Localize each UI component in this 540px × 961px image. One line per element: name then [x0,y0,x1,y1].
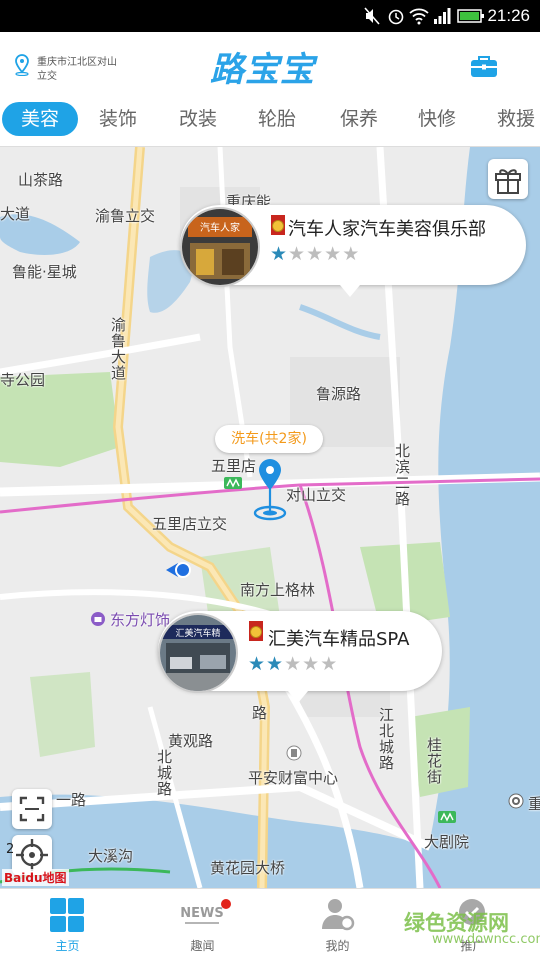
map-label-jiangbeilu: 江北城路 [377,707,395,771]
metro-station-icon-2 [438,811,456,823]
app-header: 重庆市江北区对山 立交 路宝宝 [0,32,540,94]
thumb-1-text: 汽车人家 [200,221,240,234]
tab-jiuyuan[interactable]: 救援 [478,102,540,136]
map-label-nanfangshanglinyuan: 南方上格林 [240,581,316,599]
signal-icon [434,8,451,24]
map-label-wulidianlijiao: 五里店立交 [152,515,228,533]
map-label-yilu: 一路 [56,791,87,809]
star-filled-icon: ★ [248,653,267,675]
map-label-yuludadao: 渝鲁大道 [109,317,127,381]
gift-button[interactable] [488,159,528,199]
notification-dot-icon [221,899,231,909]
map-scale-number: 2 [6,842,15,857]
user-icon [322,899,355,931]
news-icon: NEWS [180,906,224,924]
home-grid-icon [50,898,84,932]
shop-thumb-2: 汇美汽车精 [158,613,238,693]
thumb-2-text: 汇美汽车精 [175,627,220,639]
shop-name-1: 汽车人家汽车美容俱乐部 [288,219,486,240]
alarm-icon [388,9,404,25]
map-label-pinganfuzhongxin: 平安财富中心 [248,769,339,787]
building-poi-icon [286,745,302,761]
map-view[interactable]: 山茶路 大道 渝鲁立交 重庆能 鲁能·星城 渝鲁大道 寺公园 鲁源路 北滨二路 … [0,147,540,888]
star-empty-icon: ★ [320,653,339,675]
location-pin-icon[interactable] [14,54,30,76]
tab-kuaixiu[interactable]: 快修 [399,102,475,136]
star-empty-icon: ★ [306,243,325,265]
map-label-beichenglu: 北城路 [155,749,173,797]
tab-baoyang[interactable]: 保养 [321,102,397,136]
shop-rating-1: ★★★★★ [270,243,360,265]
cluster-label[interactable]: 洗车(共2家) [215,425,323,453]
shop-card-1-tail [340,285,360,297]
star-empty-icon: ★ [284,653,303,675]
baidu-map-logo: Baidu地图 [2,869,69,886]
map-center-pin-icon [253,459,287,521]
nav-mine-label: 我的 [325,939,350,953]
map-fullscreen-button[interactable] [12,789,52,829]
map-label-sigongyuan: 寺公园 [0,371,46,389]
clock-time: 21:26 [487,6,530,25]
map-label-dadao: 大道 [0,205,31,223]
nav-home[interactable]: 主页 [0,889,135,961]
nav-home-label: 主页 [55,939,80,953]
map-label-lu: 路 [252,704,268,722]
star-filled-icon: ★ [266,653,285,675]
map-label-lunengxingcheng: 鲁能·星城 [12,263,77,281]
shop-card-2-tail [288,691,308,703]
tab-meirong[interactable]: 美容 [2,102,78,136]
user-location-icon [166,562,191,578]
shop-poi-icon [91,612,105,626]
nav-mine[interactable]: 我的 [270,889,405,961]
map-label-huangguanlu: 黄观路 [168,732,214,750]
star-empty-icon: ★ [342,243,361,265]
svg-text:NEWS: NEWS [180,906,223,921]
current-location[interactable]: 重庆市江北区对山 立交 [37,56,137,84]
metro-station-icon [224,477,242,489]
battery-icon [457,9,484,23]
tab-gaizhuang[interactable]: 改装 [160,102,236,136]
shop-card-1[interactable]: 汽车人家 汽车人家汽车美容俱乐部 ★★★★★ [180,205,526,287]
shop-rating-2: ★★★★★ [248,653,338,675]
nav-news[interactable]: NEWS 趣闻 [135,889,270,961]
tab-zhuangshi[interactable]: 装饰 [80,102,156,136]
shop-name-2: 汇美汽车精品SPA [268,629,410,650]
watermark-url: www.downcc.com [432,932,540,947]
category-tabs: 美容 装饰 改装 轮胎 保养 快修 救援 [0,94,540,147]
shop-card-2[interactable]: 汇美汽车精 汇美汽车精品SPA ★★★★★ [158,611,442,693]
location-line-1: 重庆市江北区对山 [37,57,117,68]
map-label-huanghuayuandaqiao: 黄花园大桥 [210,859,286,877]
map-label-juyuan: 大剧院 [424,833,470,851]
map-label-luyuanlu: 鲁源路 [316,385,362,403]
location-line-2: 立交 [37,71,57,82]
star-filled-icon: ★ [270,243,289,265]
briefcase-icon[interactable] [470,54,498,78]
expand-icon [19,796,45,822]
shop-thumb-1: 汽车人家 [180,207,260,287]
map-label-dongfangdengshi: 东方灯饰 [110,611,171,629]
map-label-duishanlijiao: 对山立交 [286,486,347,504]
map-label-shanchalu: 山茶路 [18,171,64,189]
medal-icon-2 [249,621,263,641]
wifi-icon [409,8,429,25]
map-label-dachiou: 大溪沟 [88,847,134,865]
map-label-wulidian: 五里店 [211,457,257,475]
map-label-beibinlu: 北滨二路 [393,443,411,507]
star-empty-icon: ★ [302,653,321,675]
nav-news-label: 趣闻 [190,939,215,953]
map-label-yuluzijiao: 渝鲁立交 [95,207,156,225]
map-label-chong: 重 [528,795,540,813]
gear-poi-icon [508,793,524,809]
star-empty-icon: ★ [324,243,343,265]
status-bar: 21:26 [0,0,540,32]
app-logo: 路宝宝 [210,50,315,90]
tab-luntai[interactable]: 轮胎 [239,102,315,136]
star-empty-icon: ★ [288,243,307,265]
mute-icon [364,7,380,25]
medal-icon [271,215,285,235]
gift-icon [495,169,521,194]
map-label-guihuajie: 桂花街 [425,737,443,785]
